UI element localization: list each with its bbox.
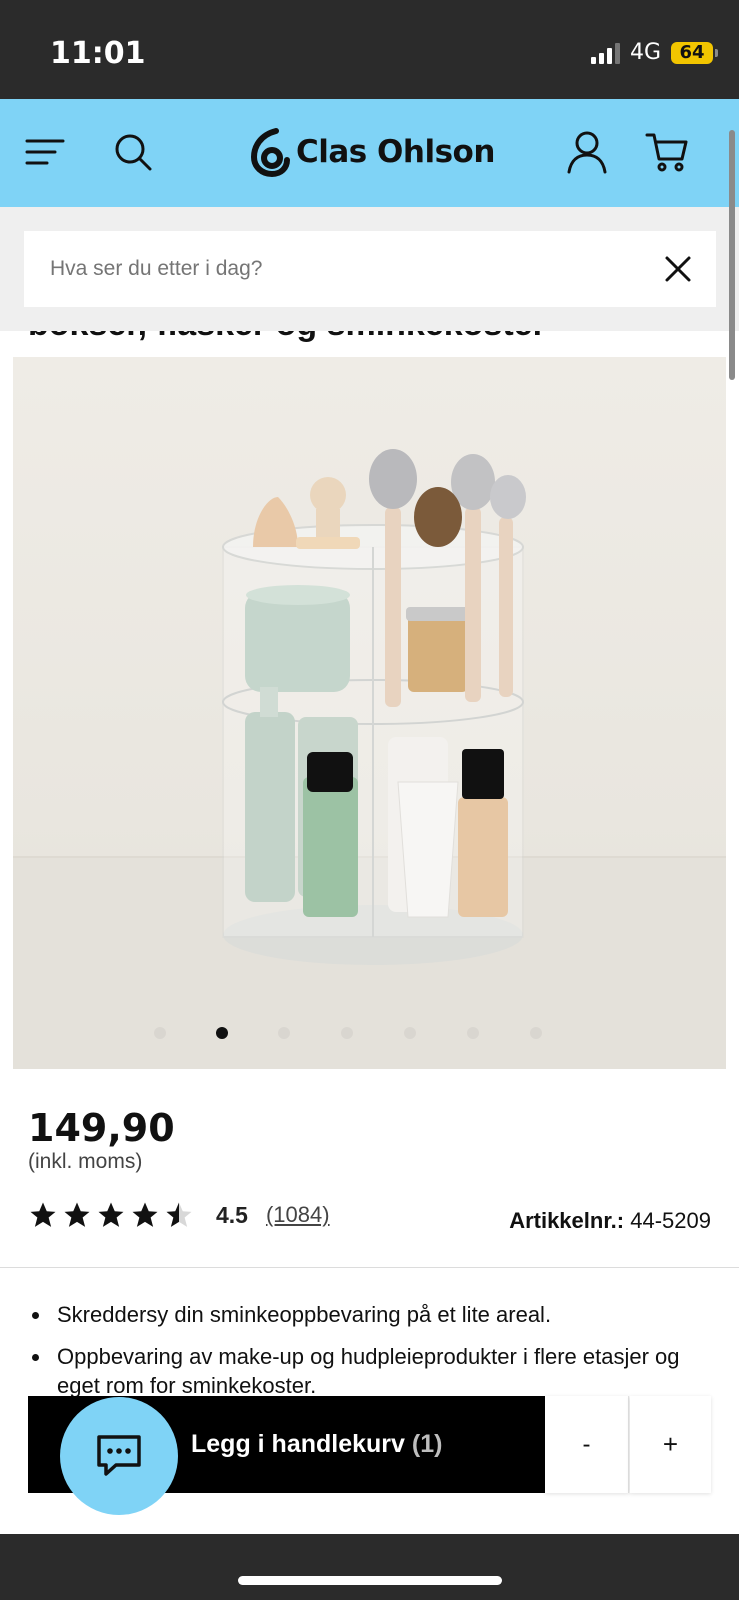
home-indicator[interactable]: [238, 1576, 502, 1585]
brand-logo[interactable]: Clas Ohlson: [250, 127, 495, 177]
account-icon[interactable]: [560, 125, 614, 179]
system-nav-area: [0, 1534, 739, 1600]
rating-value: 4.5: [216, 1201, 248, 1228]
carousel-dot[interactable]: [467, 1027, 479, 1039]
carousel-dot[interactable]: [404, 1027, 416, 1039]
menu-icon[interactable]: [18, 125, 72, 179]
chat-button[interactable]: [60, 1397, 178, 1515]
star-icon: [64, 1202, 90, 1227]
quantity-decrease-button[interactable]: -: [545, 1396, 629, 1493]
add-to-cart-label: Legg i handlekurv (1): [191, 1396, 442, 1493]
carousel-dot-active[interactable]: [216, 1027, 228, 1039]
scrollbar[interactable]: [729, 130, 735, 380]
half-star-icon: [166, 1202, 192, 1227]
star-icon: [98, 1202, 124, 1227]
carousel-dot[interactable]: [530, 1027, 542, 1039]
status-time: 11:01: [50, 36, 146, 71]
search-box: [24, 231, 716, 307]
chat-icon: [97, 1435, 141, 1476]
product-title-clipped: bokser, flasker og sminkekoster: [0, 331, 739, 355]
signal-icon: [590, 42, 620, 64]
brand-name: Clas Ohlson: [296, 134, 495, 170]
site-header: Clas Ohlson: [0, 99, 739, 207]
star-icon: [132, 1202, 158, 1227]
rating-row[interactable]: 4.5 (1084): [28, 1198, 330, 1232]
add-to-cart-text: Legg i handlekurv: [191, 1430, 405, 1458]
product-price: 149,90: [28, 1106, 175, 1150]
article-number: Artikkelnr.: 44-5209: [509, 1208, 711, 1234]
battery-icon: 64: [671, 41, 718, 64]
rating-stars: [28, 1200, 194, 1230]
status-bar: 11:01 4G 64: [0, 0, 739, 99]
product-title: bokser, flasker og sminkekoster: [28, 331, 546, 344]
feature-item: Oppbevaring av make-up og hudpleieproduk…: [28, 1342, 708, 1400]
network-label: 4G: [629, 40, 661, 65]
makeup-organizer-illustration: [13, 449, 726, 1069]
search-icon[interactable]: [106, 125, 160, 179]
article-label: Artikkelnr.:: [509, 1208, 625, 1233]
star-icon: [30, 1202, 56, 1227]
carousel-dot[interactable]: [154, 1027, 166, 1039]
article-value: 44-5209: [630, 1208, 711, 1233]
carousel-indicator: [0, 1027, 739, 1041]
price-vat-note: (inkl. moms): [28, 1150, 143, 1173]
quantity-increase-button[interactable]: +: [630, 1396, 711, 1493]
status-indicators: 4G 64: [590, 40, 718, 65]
cart-icon[interactable]: [640, 125, 694, 179]
carousel-dot[interactable]: [341, 1027, 353, 1039]
divider: [0, 1267, 739, 1268]
carousel-dot[interactable]: [278, 1027, 290, 1039]
feature-item: Skreddersy din sminkeoppbevaring på et l…: [28, 1300, 708, 1329]
logo-mark-icon: [250, 128, 290, 177]
product-image[interactable]: [13, 357, 726, 1069]
search-input[interactable]: [50, 231, 630, 307]
close-icon[interactable]: [660, 251, 696, 287]
search-panel: [0, 207, 739, 331]
cart-count: (1): [411, 1430, 443, 1458]
review-count-link[interactable]: (1084): [266, 1202, 330, 1228]
